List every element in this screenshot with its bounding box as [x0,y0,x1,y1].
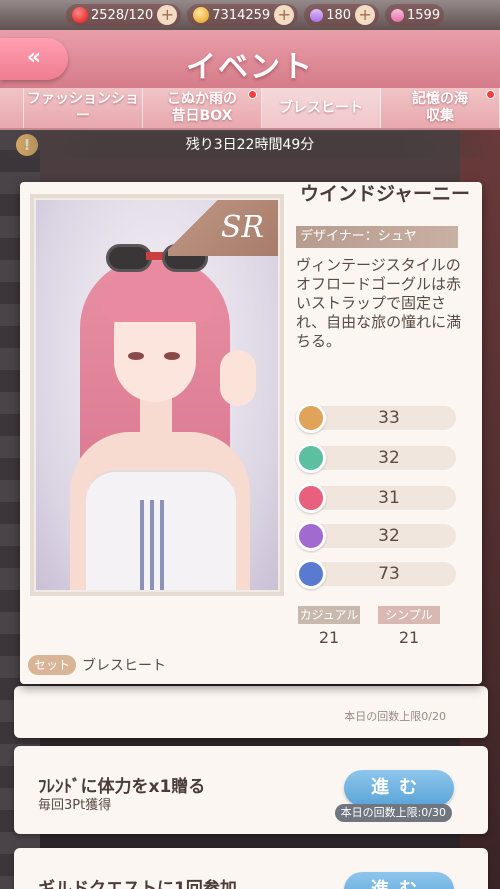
tab-label: ブレスヒート [279,99,363,116]
stat-fresh: 32 [296,443,456,473]
tab-fashion-show[interactable]: ファッションショー [24,88,143,128]
stat-cool: 73 [296,559,456,589]
cool-icon [296,559,326,589]
quest-reward: 毎回3Pt獲得 [38,798,112,813]
add-coins-button[interactable]: + [274,5,295,25]
set-badge: セット [28,655,76,675]
tab-label: ファッションショー [27,91,139,124]
stat-sweet: 31 [296,483,456,513]
stat-elegant: 33 [296,403,456,433]
notification-dot [248,90,257,99]
stamina-counter: 2528/120 + [66,4,182,26]
set-info: セット ブレスヒート [28,654,166,676]
item-portrait: SR [30,194,284,596]
header: « イベント [0,30,500,88]
sweet-icon [296,483,326,513]
coin-value: 7314259 [212,7,271,23]
daily-limit: 本日の回数上限0/20 [344,710,446,723]
item-name: ウインドジャーニー [300,183,471,205]
tag-casual-value: 21 [318,628,340,647]
designer-label: デザイナー：シュヤ [296,226,458,248]
quest-row: ﾌﾚﾝﾄﾞに体力をx1贈る 毎回3Pt獲得 進む 本日の回数上限:0/30 [14,746,488,834]
quest-row: ギルドクエストに1回参加 進む [14,848,488,889]
resource-bar: 2528/120 + 7314259 + 180 + 1599 [0,0,500,30]
go-button[interactable]: 進む [344,770,454,806]
stat-value: 32 [378,526,400,546]
tab-konuka-box[interactable]: こぬか雨の 昔日BOX [143,88,262,128]
notification-dot [486,90,495,99]
event-timer: 残り3日22時間49分 [0,132,500,158]
item-detail-card: SR ウインドジャーニー デザイナー：シュヤ ヴィンテージスタイルのオフロードゴ… [20,182,482,684]
stat-sexy: 32 [296,521,456,551]
pink-diamond-value: 1599 [407,7,441,23]
go-button[interactable]: 進む [344,872,454,889]
stat-value: 73 [378,564,400,584]
pink-diamond-icon [388,5,407,25]
sexy-icon [296,521,326,551]
tag-casual: カジュアル [298,606,360,624]
diamond-value: 180 [326,7,352,23]
tab-label: こぬか雨の 昔日BOX [167,91,237,124]
tag-simple-value: 21 [398,628,420,647]
quest-title: ギルドクエストに1回参加 [38,879,237,889]
diamond-icon [307,5,326,25]
rarity-badge: SR [168,200,278,256]
tab-label: 記憶の海 収集 [412,91,468,124]
daily-limit: 本日の回数上限:0/30 [334,804,452,822]
tab-breath-heat[interactable]: ブレスヒート [262,88,381,128]
character-illustration [36,200,278,590]
tab-scroll-left[interactable] [0,88,24,128]
stamina-value: 2528/120 [91,7,154,23]
stat-value: 31 [378,488,400,508]
coin-counter: 7314259 + [187,4,299,26]
stat-value: 32 [378,448,400,468]
diamond-counter: 180 + [304,4,380,26]
tag-simple: シンプル [378,606,440,624]
event-tabs: ファッションショー こぬか雨の 昔日BOX ブレスヒート 記憶の海 収集 [0,88,500,130]
add-diamonds-button[interactable]: + [355,5,376,25]
add-stamina-button[interactable]: + [157,5,178,25]
item-description: ヴィンテージスタイルのオフロードゴーグルは赤いストラップで固定され、自由な旅の憧… [296,256,462,350]
coin-icon [193,7,210,23]
fresh-icon [296,443,326,473]
tab-memory-sea[interactable]: 記憶の海 収集 [381,88,500,128]
pink-diamond-counter: 1599 [385,4,445,26]
quest-panel-behind: 本日の回数上限0/20 [14,686,488,738]
page-title: イベント [186,50,314,85]
stat-value: 33 [378,408,400,428]
elegant-icon [296,403,326,433]
heart-icon [72,7,88,23]
set-name: ブレスヒート [82,658,166,674]
